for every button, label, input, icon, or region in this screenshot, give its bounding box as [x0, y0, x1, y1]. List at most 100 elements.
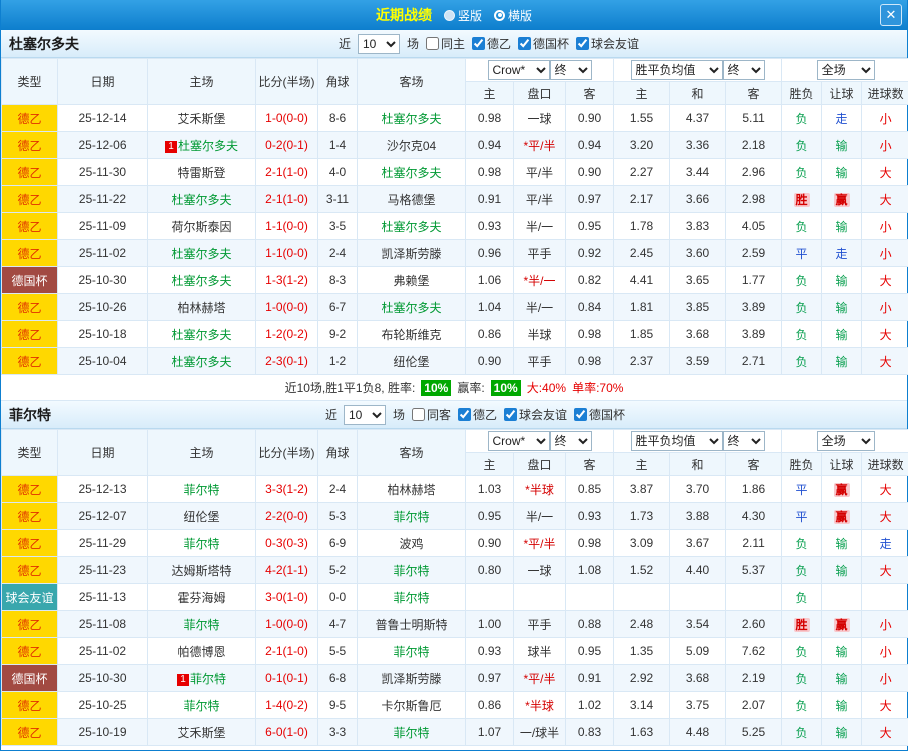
checkbox-input[interactable]	[472, 37, 485, 50]
team-name-text: 杜塞尔多夫	[381, 300, 442, 315]
handicap-result-cell: 输	[821, 556, 863, 584]
result-cell: 负	[781, 583, 823, 611]
column-header-away: 客场	[357, 429, 466, 476]
league-cell: 德乙	[1, 475, 58, 503]
odds-home-cell: 1.06	[465, 266, 514, 294]
avg-draw-cell: 3.88	[669, 502, 727, 530]
avg-away-cell: 2.19	[725, 664, 783, 692]
score-cell: 3-3(1-2)	[255, 475, 318, 503]
team-name-text: 柏林赫塔	[387, 482, 436, 497]
checkbox-input[interactable]	[576, 37, 590, 50]
checkbox-input[interactable]	[425, 37, 439, 50]
filter-checkbox[interactable]: 德国杯	[574, 406, 625, 423]
bookmaker-select[interactable]: Crow*	[487, 431, 550, 451]
result-value: 平	[795, 509, 808, 524]
score-cell: 6-0(1-0)	[255, 718, 318, 746]
league-cell: 德乙	[1, 347, 58, 375]
result-cell: 负	[781, 691, 823, 719]
match-row: 德乙 25-11-08 菲尔特 1-0(0-0) 4-7 普鲁士明斯特 1.00 平手 0.88…	[1, 610, 908, 638]
team-name-text: 达姆斯塔特	[171, 563, 232, 578]
bookmaker-select[interactable]: Crow*	[487, 60, 550, 80]
odds-final-select[interactable]: 终	[549, 431, 592, 451]
match-count-select[interactable]: 10	[357, 33, 400, 54]
match-row: 德乙 25-10-25 菲尔特 1-4(0-2) 9-5 卡尔斯鲁厄 0.86 *半球 1.02…	[1, 691, 908, 719]
team-name-text: 霍芬海姆	[177, 590, 226, 605]
radio-label-horizontal: 横版	[508, 8, 533, 23]
away-team-cell: 凯泽斯劳滕	[357, 239, 466, 267]
avg-draw-cell: 3.66	[669, 185, 727, 213]
home-team-cell: 菲尔特	[147, 691, 256, 719]
odds-home-cell: 1.07	[465, 718, 514, 746]
summary-text: 赢率:	[457, 381, 485, 395]
league-cell: 德国杯	[1, 266, 58, 294]
handicap-line-cell: *平/半	[513, 529, 566, 557]
checkbox-input[interactable]	[411, 408, 425, 421]
goals-value: 大	[879, 273, 892, 288]
avg-odds-select[interactable]: 胜平负均值	[630, 431, 723, 451]
filter-checkbox[interactable]: 球会友谊	[576, 35, 639, 52]
avg-final-select[interactable]: 终	[722, 431, 765, 451]
team-name-text: 杜塞尔多夫	[171, 192, 232, 207]
match-row: 德乙 25-12-14 艾禾斯堡 1-0(0-0) 8-6 杜塞尔多夫 0.98 一球 0.90…	[1, 104, 908, 132]
match-count-select[interactable]: 10	[343, 404, 386, 425]
result-value: 负	[795, 354, 808, 369]
corners-cell: 9-2	[317, 320, 358, 348]
odds-final-select[interactable]: 终	[549, 60, 592, 80]
date-cell: 25-11-30	[57, 158, 148, 186]
filter-checkbox[interactable]: 德乙	[458, 406, 497, 423]
layout-vertical-option[interactable]: 竖版	[443, 7, 482, 24]
close-icon[interactable]: ✕	[880, 4, 902, 26]
handicap-result-cell: 输	[821, 347, 863, 375]
avg-final-select[interactable]: 终	[722, 60, 765, 80]
away-team-cell: 波鸡	[357, 529, 466, 557]
radio-selected-icon	[494, 9, 505, 21]
odds-away-cell: 1.08	[564, 556, 615, 584]
scope-header: 全场	[781, 429, 908, 453]
odds-away-cell: 0.95	[564, 637, 615, 665]
scope-select[interactable]: 全场	[816, 431, 875, 451]
handicap-value: 输	[835, 273, 848, 288]
handicap-line-cell: *半球	[513, 691, 566, 719]
corners-cell: 3-5	[317, 212, 358, 240]
home-team-cell: 1 杜塞尔多夫	[147, 131, 256, 159]
avg-odds-select[interactable]: 胜平负均值	[630, 60, 723, 80]
checkbox-input[interactable]	[504, 408, 518, 421]
handicap-value: 赢	[833, 482, 850, 497]
filter-checkbox[interactable]: 德乙	[472, 35, 511, 52]
result-value: 负	[795, 590, 808, 605]
column-header-date: 日期	[57, 429, 148, 476]
date-cell: 25-10-30	[57, 266, 148, 294]
league-cell: 德乙	[1, 637, 58, 665]
filter-checkbox[interactable]: 同主	[425, 35, 465, 52]
home-team-cell: 杜塞尔多夫	[147, 266, 256, 294]
handicap-value: 赢	[833, 617, 850, 632]
goals-value: 小	[879, 671, 892, 686]
filter-checkbox[interactable]: 球会友谊	[504, 406, 567, 423]
column-header-result: 胜负	[781, 452, 823, 476]
result-value: 负	[795, 138, 808, 153]
result-cell: 负	[781, 266, 823, 294]
handicap-line-cell: *半/一	[513, 266, 566, 294]
filter-checkbox[interactable]: 德国杯	[518, 35, 569, 52]
avg-home-cell	[613, 583, 671, 611]
goals-value: 大	[879, 698, 892, 713]
team-section: 菲尔特近 10 场同客 德乙 球会友谊 德国杯 类型 日期 主场 比分(半场) 角球 客场 Crow* 终…	[1, 401, 908, 746]
checkbox-input[interactable]	[458, 408, 471, 421]
result-cell: 负	[781, 131, 823, 159]
team-name-text: 艾禾斯堡	[177, 725, 226, 740]
handicap-value: 输	[835, 219, 848, 234]
team-name-text: 菲尔特	[183, 482, 220, 497]
avg-away-cell: 2.11	[725, 529, 783, 557]
checkbox-input[interactable]	[574, 408, 588, 421]
goals-value: 大	[879, 509, 892, 524]
handicap-value: 走	[835, 246, 848, 261]
goals-cell: 小	[861, 104, 908, 132]
layout-horizontal-option[interactable]: 横版	[494, 7, 532, 24]
checkbox-input[interactable]	[518, 37, 532, 50]
score-cell: 1-4(0-2)	[255, 691, 318, 719]
scope-select[interactable]: 全场	[816, 60, 875, 80]
result-value: 负	[795, 644, 808, 659]
filter-checkbox[interactable]: 同客	[411, 406, 451, 423]
match-row: 德国杯 25-10-30 1 菲尔特 0-1(0-1) 6-8 凯泽斯劳滕 0.97 *平/半 0…	[1, 664, 908, 692]
big-rate: 大:40%	[526, 381, 567, 395]
